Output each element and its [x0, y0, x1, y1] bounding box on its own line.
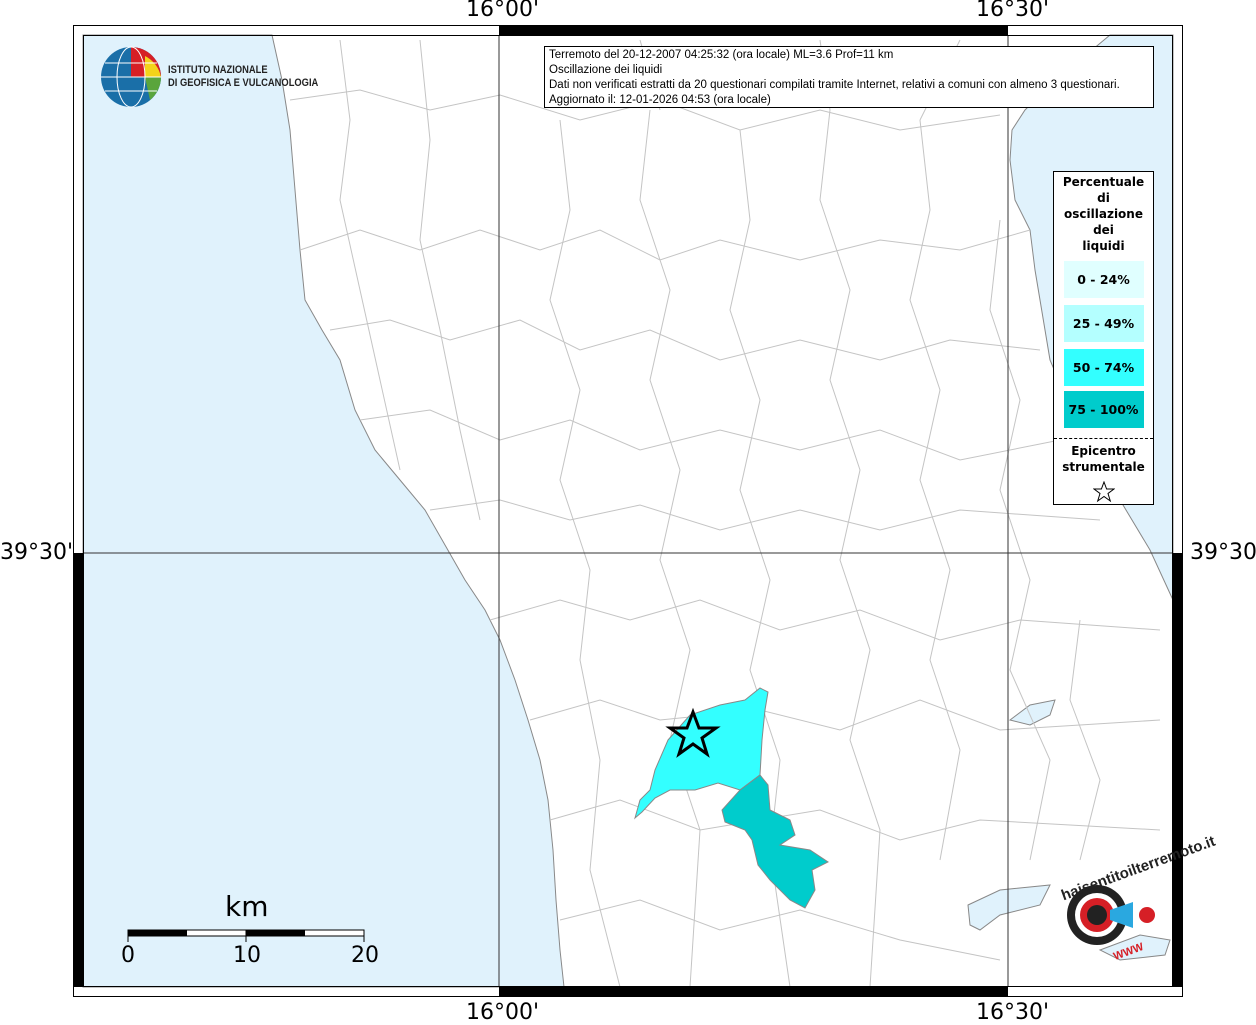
- tick-top-16-00: 16°00': [466, 0, 540, 22]
- legend-title-line: di: [1097, 191, 1110, 205]
- updated-date: Aggiornato il: 12-01-2026 04:53 (ora loc…: [549, 94, 771, 106]
- scale-unit: km: [225, 890, 269, 923]
- globe-icon: [101, 46, 161, 108]
- legend-epicenter: Epicentro strumentale: [1054, 439, 1153, 507]
- legend-class-25-49: 25 - 49%: [1063, 305, 1144, 342]
- legend: Percentuale di oscillazione dei liquidi …: [1053, 171, 1154, 505]
- tick-top-16-30: 16°30': [976, 0, 1050, 22]
- legend-title-line: Percentuale: [1062, 175, 1145, 189]
- scale-label-10: 10: [233, 943, 261, 968]
- event-info-box: Terremoto del 20-12-2007 04:25:32 (ora l…: [544, 46, 1154, 108]
- haisentito-logo: haisentitoilterremoto.it WWW: [1035, 833, 1218, 970]
- data-note: Dati non verificati estratti da 20 quest…: [549, 79, 1120, 91]
- legend-title-line: oscillazione: [1064, 207, 1143, 221]
- legend-epicenter-line: strumentale: [1062, 460, 1145, 474]
- legend-epicenter-line: Epicentro: [1071, 444, 1136, 458]
- logo-line1: ISTITUTO NAZIONALE: [168, 64, 268, 76]
- scale-label-20: 20: [351, 943, 379, 968]
- legend-title: Percentuale di oscillazione dei liquidi: [1054, 172, 1153, 254]
- legend-title-line: dei: [1093, 223, 1114, 237]
- ingv-logo: ISTITUTO NAZIONALE DI GEOFISICA E VULCANO…: [100, 46, 345, 108]
- logo-line2: DI GEOFISICA E VULCANOLOGIA: [168, 77, 319, 89]
- tick-bottom-16-30: 16°30': [976, 1000, 1050, 1025]
- star-outline-icon: [1092, 480, 1115, 503]
- map-subject: Oscillazione dei liquidi: [549, 64, 663, 76]
- tick-left-39-30: 39°30': [0, 540, 74, 565]
- legend-class-0-24: 0 - 24%: [1063, 261, 1144, 298]
- scale-label-0: 0: [121, 943, 135, 968]
- event-title: Terremoto del 20-12-2007 04:25:32 (ora l…: [549, 49, 894, 61]
- legend-class-50-74: 50 - 74%: [1063, 349, 1144, 386]
- tick-bottom-16-00: 16°00': [466, 1000, 540, 1025]
- tick-right-39-30: 39°30': [1190, 540, 1256, 565]
- legend-class-75-100: 75 - 100%: [1063, 391, 1144, 428]
- legend-title-line: liquidi: [1082, 239, 1125, 253]
